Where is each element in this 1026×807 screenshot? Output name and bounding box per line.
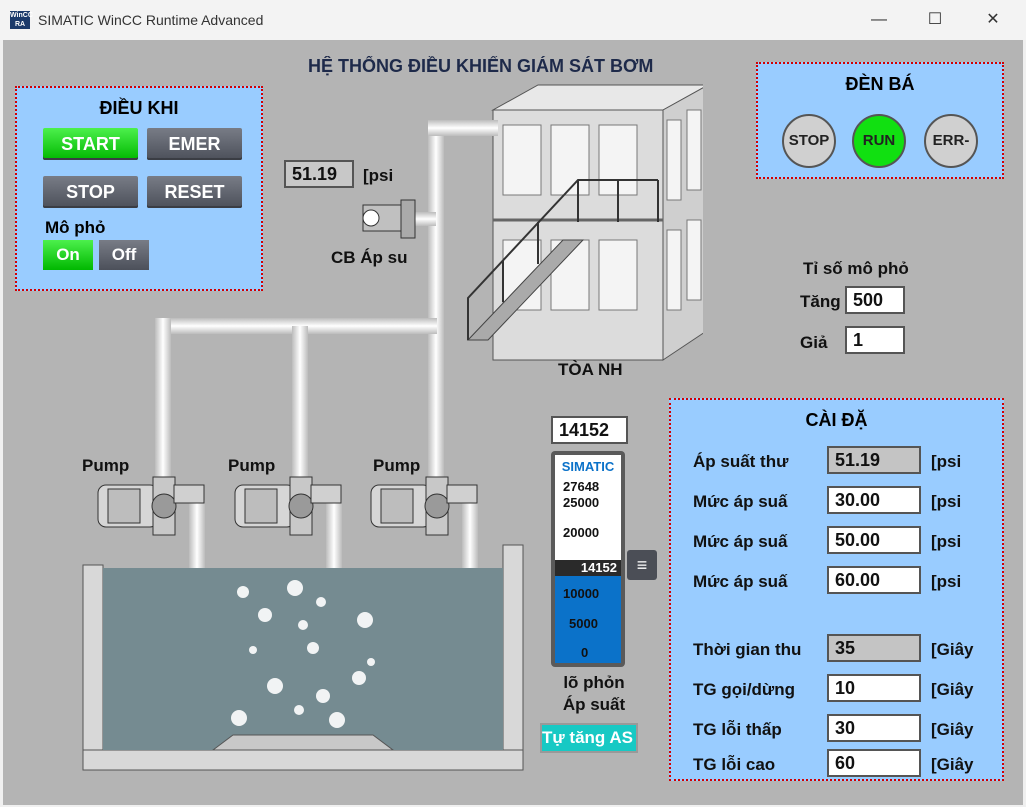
pressure-level-mid-input[interactable]: 50.00 [827, 526, 921, 554]
pump-3-label: Pump [373, 456, 421, 475]
hmi-screen: HỆ THỐNG ĐIỀU KHIỂN GIÁM SÁT BƠM ĐIỀU KH… [3, 40, 1023, 805]
lamp-panel-title: ĐÈN BÁ [845, 74, 915, 94]
setting-unit: [Giây [931, 640, 974, 659]
setting-unit: [psi [931, 492, 962, 511]
close-icon[interactable]: ✕ [970, 6, 1016, 34]
pump-1-icon [97, 476, 205, 536]
pump-3-icon [370, 476, 478, 536]
setting-unit: [psi [931, 532, 962, 551]
ratio-up-label: Tăng [800, 292, 841, 311]
window-title: SIMATIC WinCC Runtime Advanced [38, 12, 264, 28]
scale-tick: 27648 [563, 479, 600, 494]
ratio-down-input[interactable]: 1 [845, 326, 905, 354]
settings-title: CÀI ĐẶ [805, 410, 868, 430]
low-fault-time-input[interactable]: 30 [827, 714, 921, 742]
wincc-app-icon: WinCC RA [10, 11, 33, 29]
setting-unit: [Giây [931, 680, 974, 699]
settings-panel: CÀI ĐẶ Áp suất thư 51.19 [psi Mức áp suấ… [669, 398, 1004, 781]
building-graphic [466, 84, 703, 361]
pressure-level-low-input[interactable]: 30.00 [827, 486, 921, 514]
scale-tick: 25000 [563, 495, 600, 510]
pressure-level-high-input[interactable]: 60.00 [827, 566, 921, 594]
setting-label: TG gọi/dừng [693, 680, 796, 699]
building-label: TÒA NH [558, 360, 623, 379]
window-titlebar: WinCC RA SIMATIC WinCC Runtime Advanced … [0, 0, 1026, 40]
pressure-sensor-icon [362, 199, 416, 239]
setting-label: TG lỗi cao [693, 755, 776, 774]
setting-label: Thời gian thu [693, 640, 802, 659]
setting-label: Mức áp suấ [693, 572, 788, 591]
run-lamp: RUN [852, 114, 906, 168]
call-stop-time-input[interactable]: 10 [827, 674, 921, 702]
auto-increase-button[interactable]: Tự tăng AS [540, 723, 638, 753]
ratio-title: Tỉ số mô phỏ [803, 259, 909, 278]
setting-unit: [Giây [931, 755, 974, 774]
simulator-caption-2: Áp suất [562, 695, 626, 714]
simulator-slider[interactable]: SIMATIC 27648 25000 20000 10000 5000 0 1… [551, 451, 625, 667]
error-lamp: ERR- [924, 114, 978, 168]
ratio-up-input[interactable]: 500 [845, 286, 905, 314]
pump-1-label: Pump [82, 456, 130, 475]
scale-tick: 20000 [563, 525, 600, 540]
scale-tick: 0 [581, 645, 589, 660]
setting-label: Áp suất thư [693, 452, 789, 471]
simulator-caption-1: lõ phỏn [563, 673, 625, 692]
setting-label: Mức áp suấ [693, 492, 788, 511]
simulator-value: 14152 [551, 416, 628, 444]
elapsed-time-value: 35 [827, 634, 921, 662]
simulator-brand: SIMATIC [561, 459, 615, 474]
actual-pressure-value: 51.19 [827, 446, 921, 474]
pump-2-icon [234, 476, 342, 536]
setting-label: TG lỗi thấp [693, 720, 782, 739]
scale-tick: 5000 [569, 616, 598, 631]
setting-unit: [psi [931, 572, 962, 591]
stop-lamp: STOP [782, 114, 836, 168]
high-fault-time-input[interactable]: 60 [827, 749, 921, 777]
setting-unit: [Giây [931, 720, 974, 739]
water-tank [82, 544, 524, 771]
maximize-icon[interactable]: ☐ [912, 6, 958, 34]
scale-tick: 10000 [563, 586, 600, 601]
ratio-down-label: Giả [800, 333, 828, 352]
setting-label: Mức áp suấ [693, 532, 788, 551]
setting-unit: [psi [931, 452, 962, 471]
simulator-marker[interactable]: 14152 [555, 559, 621, 576]
pump-2-label: Pump [228, 456, 276, 475]
simulator-handle-icon[interactable]: ≡ [627, 550, 657, 580]
minimize-icon[interactable]: — [856, 6, 902, 34]
indicator-lamp-panel: ĐÈN BÁ STOP RUN ERR- [756, 62, 1004, 179]
